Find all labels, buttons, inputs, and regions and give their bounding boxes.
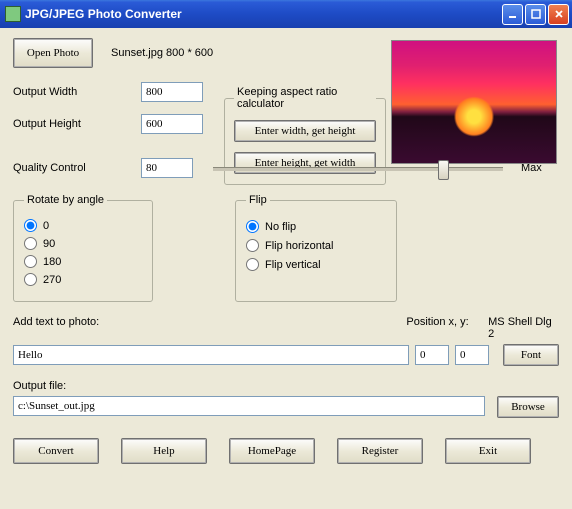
close-button[interactable] (548, 4, 569, 25)
output-file-input[interactable] (13, 396, 485, 416)
flip-horizontal-radio[interactable] (246, 239, 259, 252)
flip-none-label: No flip (265, 221, 296, 233)
font-name-label: MS Shell Dlg 2 (488, 316, 559, 340)
convert-button[interactable]: Convert (13, 438, 99, 464)
exit-button[interactable]: Exit (445, 438, 531, 464)
titlebar: JPG/JPEG Photo Converter (0, 0, 572, 28)
current-file-label: Sunset.jpg 800 * 600 (111, 47, 213, 59)
rotate-90-radio[interactable] (24, 237, 37, 250)
rotate-180-label: 180 (43, 256, 61, 268)
rotate-90-label: 90 (43, 238, 55, 250)
register-button[interactable]: Register (337, 438, 423, 464)
rotate-270-label: 270 (43, 274, 61, 286)
rotate-0-label: 0 (43, 220, 49, 232)
position-y-input[interactable] (455, 345, 489, 365)
quality-input[interactable] (141, 158, 193, 178)
aspect-legend: Keeping aspect ratio calculator (234, 86, 376, 110)
font-button[interactable]: Font (503, 344, 559, 366)
window-title: JPG/JPEG Photo Converter (25, 7, 502, 21)
minimize-button[interactable] (502, 4, 523, 25)
homepage-button[interactable]: HomePage (229, 438, 315, 464)
output-height-label: Output Height (13, 118, 141, 130)
quality-label: Quality Control (13, 162, 141, 174)
rotate-270-radio[interactable] (24, 273, 37, 286)
add-text-label: Add text to photo: (13, 316, 406, 340)
rotate-180-radio[interactable] (24, 255, 37, 268)
rotate-0-radio[interactable] (24, 219, 37, 232)
content-area: Open Photo Sunset.jpg 800 * 600 Output W… (0, 28, 572, 509)
photo-preview (391, 40, 557, 164)
position-label: Position x, y: (406, 316, 488, 340)
flip-group: Flip No flip Flip horizontal Flip vertic… (235, 194, 397, 302)
flip-none-radio[interactable] (246, 220, 259, 233)
output-width-input[interactable] (141, 82, 203, 102)
calc-height-button[interactable]: Enter width, get height (234, 120, 376, 142)
maximize-button[interactable] (525, 4, 546, 25)
flip-vertical-label: Flip vertical (265, 259, 321, 271)
output-height-input[interactable] (141, 114, 203, 134)
output-file-label: Output file: (13, 380, 559, 392)
flip-horizontal-label: Flip horizontal (265, 240, 333, 252)
output-width-label: Output Width (13, 86, 141, 98)
slider-thumb[interactable] (438, 160, 449, 180)
add-text-input[interactable] (13, 345, 409, 365)
open-photo-button[interactable]: Open Photo (13, 38, 93, 68)
window-controls (502, 4, 569, 25)
quality-slider[interactable] (213, 158, 503, 178)
flip-legend: Flip (246, 194, 270, 206)
help-button[interactable]: Help (121, 438, 207, 464)
flip-vertical-radio[interactable] (246, 258, 259, 271)
rotate-group: Rotate by angle 0 90 180 270 (13, 194, 153, 302)
browse-button[interactable]: Browse (497, 396, 559, 418)
position-x-input[interactable] (415, 345, 449, 365)
app-icon (5, 6, 21, 22)
rotate-legend: Rotate by angle (24, 194, 107, 206)
